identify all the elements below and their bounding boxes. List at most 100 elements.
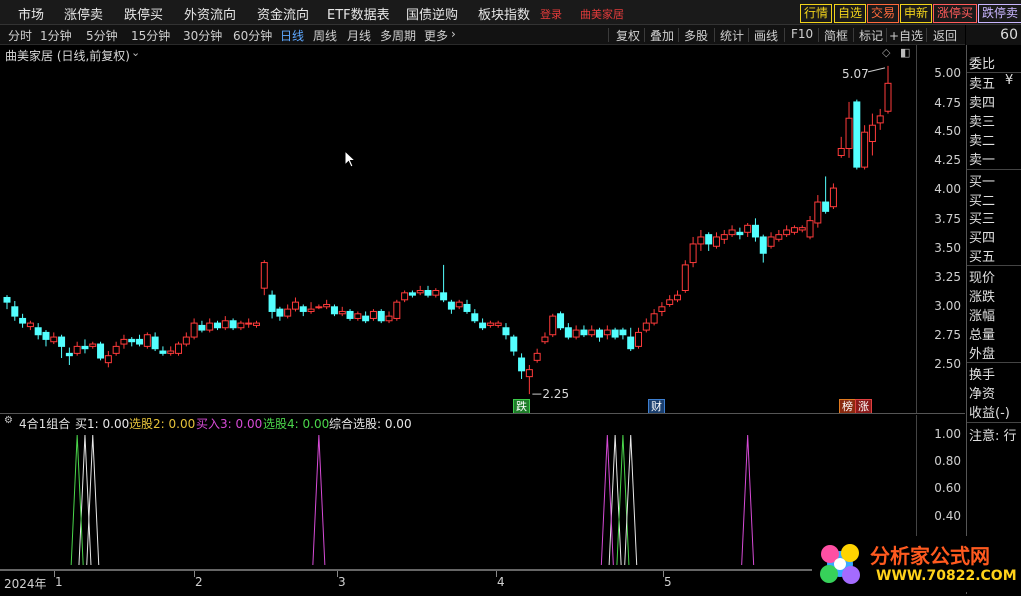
tag-rise[interactable]: 涨 bbox=[855, 399, 872, 414]
candle-body bbox=[463, 303, 471, 312]
quick-quote-button[interactable]: 行情 bbox=[800, 4, 833, 23]
candle-body bbox=[751, 224, 759, 238]
candle-body bbox=[502, 327, 510, 336]
candle-body bbox=[518, 357, 526, 372]
candle-body bbox=[705, 234, 713, 245]
price-tick: 4.00 bbox=[934, 182, 961, 196]
indicator-name[interactable]: 4合1组合 bbox=[19, 415, 70, 432]
candle-body bbox=[276, 308, 284, 317]
side-label-notice[interactable]: 注意: 行 bbox=[969, 425, 1017, 444]
menu-foreign-flow[interactable]: 外资流向 bbox=[184, 4, 236, 23]
price-tick: 4.25 bbox=[934, 153, 961, 167]
side-label-netasset: 净资 bbox=[969, 387, 996, 402]
menu-limit-up-sell[interactable]: 涨停卖 bbox=[64, 4, 103, 23]
candlestick-chart[interactable]: 5.07 2.25 bbox=[0, 45, 915, 413]
candle-body bbox=[658, 306, 666, 312]
tag-fall[interactable]: 跌 bbox=[513, 399, 530, 414]
quote-side-panel: 委比 卖五 ¥ 卖四 卖三 卖二 卖一 买一 买二 买三 买四 买五 现价 涨跌… bbox=[966, 45, 1021, 594]
candle-body bbox=[471, 313, 479, 322]
tag-rank[interactable]: 榜 bbox=[839, 399, 856, 414]
period-1min[interactable]: 1分钟 bbox=[40, 27, 72, 44]
quick-ipo-button[interactable]: 申新 bbox=[900, 4, 933, 23]
diamond-icon[interactable]: ◇ bbox=[882, 46, 890, 59]
period-60min[interactable]: 60分钟 bbox=[233, 27, 272, 44]
indicator-tick: 0.60 bbox=[934, 481, 961, 495]
watermark-logo: 分析家公式网 WWW.70822.COM bbox=[812, 536, 1018, 592]
menu-market[interactable]: 市场 bbox=[18, 4, 44, 23]
pane-divider[interactable] bbox=[0, 413, 965, 414]
quick-trade-button[interactable]: 交易 bbox=[867, 4, 900, 23]
tool-adjust[interactable]: 复权 bbox=[616, 27, 640, 44]
candle-body bbox=[596, 329, 604, 338]
chevron-down-icon[interactable]: ⌄ bbox=[131, 46, 140, 59]
month-label: 5 bbox=[664, 575, 672, 589]
candle-body bbox=[564, 327, 572, 338]
candle-body bbox=[868, 124, 876, 143]
quick-limit-up-buy-button[interactable]: 涨停买 bbox=[933, 4, 978, 23]
tool-mark[interactable]: 标记 bbox=[859, 27, 883, 44]
candle-body bbox=[440, 292, 448, 301]
login-link[interactable]: 登录 bbox=[540, 6, 562, 22]
price-tick: 2.50 bbox=[934, 357, 961, 371]
menu-etf-table[interactable]: ETF数据表 bbox=[327, 4, 390, 23]
candle-body bbox=[845, 117, 853, 149]
price-tick: 3.25 bbox=[934, 270, 961, 284]
side-divider bbox=[967, 169, 1021, 170]
candle-body bbox=[237, 322, 245, 329]
candle-body bbox=[837, 147, 845, 156]
chevron-right-icon[interactable]: › bbox=[451, 27, 456, 41]
period-monthly[interactable]: 月线 bbox=[347, 27, 371, 44]
indicator-chart[interactable] bbox=[0, 415, 915, 567]
candle-body bbox=[120, 338, 128, 345]
period-timeshare[interactable]: 分时 bbox=[8, 27, 32, 44]
period-more[interactable]: 更多 bbox=[424, 27, 448, 44]
tool-simple-frame[interactable]: 简框 bbox=[824, 27, 848, 44]
tool-multi-stock[interactable]: 多股 bbox=[684, 27, 708, 44]
panel-toggle-icon[interactable]: ◧ bbox=[900, 46, 910, 59]
side-divider bbox=[967, 422, 1021, 423]
high-label: 5.07 bbox=[842, 67, 869, 81]
quick-watchlist-button[interactable]: 自选 bbox=[834, 4, 867, 23]
tool-stats[interactable]: 统计 bbox=[720, 27, 744, 44]
side-label-change: 涨跌 bbox=[969, 290, 996, 305]
candle-body bbox=[229, 320, 237, 329]
menu-limit-down-buy[interactable]: 跌停买 bbox=[124, 4, 163, 23]
candle-body bbox=[89, 343, 97, 347]
indicator-value: 买入3: 0.00 bbox=[196, 417, 263, 431]
tool-overlay[interactable]: 叠加 bbox=[650, 27, 674, 44]
tool-back[interactable]: 返回 bbox=[933, 27, 957, 44]
menu-fund-flow[interactable]: 资金流向 bbox=[257, 4, 309, 23]
toolbar-divider bbox=[784, 28, 785, 42]
candle-body bbox=[829, 187, 837, 208]
period-daily[interactable]: 日线 bbox=[280, 27, 304, 44]
candle-body bbox=[557, 313, 565, 329]
period-weekly[interactable]: 周线 bbox=[313, 27, 337, 44]
toolbar-divider bbox=[818, 28, 819, 42]
candle-body bbox=[876, 115, 884, 124]
watermark-url: WWW.70822.COM bbox=[876, 568, 1017, 584]
period-5min[interactable]: 5分钟 bbox=[86, 27, 118, 44]
side-label-outer: 外盘 bbox=[969, 347, 996, 362]
candle-body bbox=[619, 329, 627, 336]
candle-body bbox=[455, 301, 463, 308]
menu-sector-index[interactable]: 板块指数 bbox=[478, 4, 530, 23]
quick-limit-down-sell-button[interactable]: 跌停卖 bbox=[978, 4, 1021, 23]
gear-icon[interactable]: ⚙ bbox=[4, 415, 13, 426]
year-label: 2024年 bbox=[4, 577, 47, 591]
indicator-value: 买1: 0.00 bbox=[75, 417, 130, 431]
candle-body bbox=[315, 306, 323, 309]
candle-body bbox=[642, 322, 650, 331]
tool-add-watchlist[interactable]: +自选 bbox=[889, 27, 923, 44]
candle-body bbox=[346, 310, 354, 319]
candle-body bbox=[447, 301, 455, 310]
candle-body bbox=[50, 336, 58, 343]
tag-finance[interactable]: 财 bbox=[648, 399, 665, 414]
side-label-bid5: 买五 bbox=[969, 250, 996, 265]
tool-f10[interactable]: F10 bbox=[791, 27, 813, 41]
tool-draw[interactable]: 画线 bbox=[754, 27, 778, 44]
indicator-spike bbox=[600, 434, 614, 566]
period-30min[interactable]: 30分钟 bbox=[183, 27, 222, 44]
period-15min[interactable]: 15分钟 bbox=[131, 27, 170, 44]
period-multi[interactable]: 多周期 bbox=[380, 27, 416, 44]
menu-repo[interactable]: 国债逆购 bbox=[406, 4, 458, 23]
